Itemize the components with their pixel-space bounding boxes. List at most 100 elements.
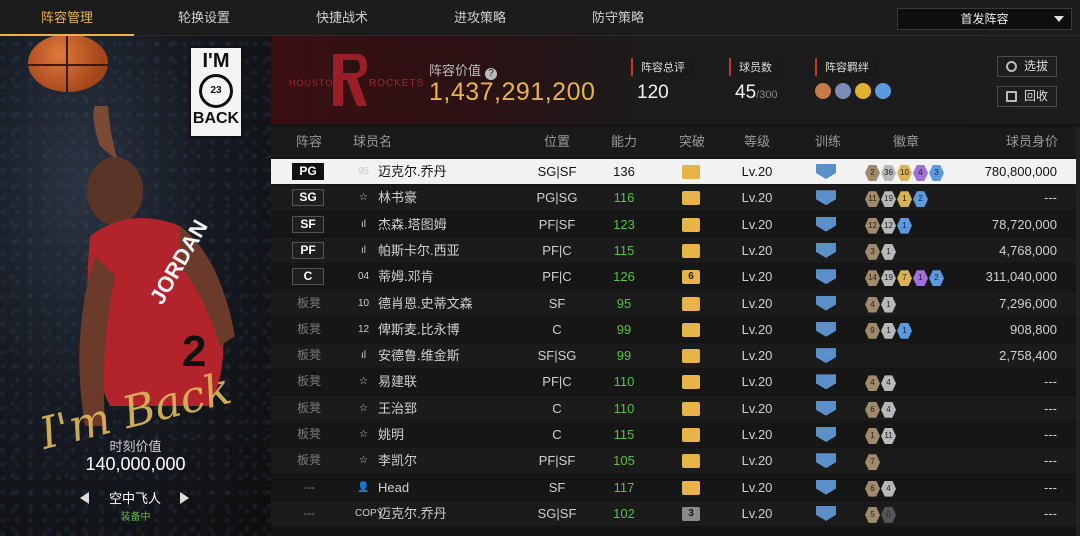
table-row[interactable]: 板凳 ☆ 姚明 C 115 Lv.20 1 11 --- xyxy=(271,422,1076,447)
table-row[interactable]: C 04 蒂姆.邓肯 PF|C 126 6 Lv.20 14 19 7 1 2 311,040,000 xyxy=(271,264,1076,290)
chemistry-icon[interactable] xyxy=(855,83,871,99)
recycle-button[interactable]: 回收 xyxy=(997,86,1057,107)
table-row[interactable]: 板凳 ☆ 王治郅 C 110 Lv.20 6 4 --- xyxy=(271,395,1076,421)
card-type-icon: ıl xyxy=(361,350,366,362)
training-icon[interactable] xyxy=(816,216,836,232)
badge-icon: 6 xyxy=(865,480,880,497)
badge-icon: 12 xyxy=(881,217,896,234)
table-row[interactable]: PF ıl 帕斯卡尔.西亚 PF|C 115 Lv.20 3 1 4,768,000 xyxy=(271,237,1076,263)
moment-value-label: 时刻价值 xyxy=(109,439,162,454)
training-icon[interactable] xyxy=(816,164,836,179)
badge-list: 41 xyxy=(865,295,897,313)
player-worth: 78,720,000 xyxy=(991,216,1057,232)
player-name: 安德鲁.维金斯 xyxy=(378,348,460,364)
arrow-left-icon[interactable] xyxy=(80,492,89,504)
tab-quick-tactics[interactable]: 快捷战术 xyxy=(275,0,409,36)
crown-icon xyxy=(682,480,700,495)
slot-badge: SG xyxy=(292,189,324,207)
badge-icon: 4 xyxy=(881,401,896,418)
im-back-logo: I'M 23 BACK xyxy=(189,46,243,138)
lineup-dropdown[interactable]: 首发阵容 xyxy=(897,8,1072,30)
player-level: Lv.20 xyxy=(741,164,773,179)
table-row[interactable]: SG ☆ 林书豪 PG|SG 116 Lv.20 11 19 1 2 --- xyxy=(271,185,1076,211)
chemistry-label: 阵容羁绊 xyxy=(815,58,877,76)
training-icon[interactable] xyxy=(816,269,836,285)
badge-list: 64 xyxy=(865,400,897,418)
training-icon[interactable] xyxy=(816,242,836,258)
badge-icon: 1 xyxy=(897,217,912,234)
player-overall: 99 xyxy=(616,321,632,337)
player-position: PF|C xyxy=(542,269,572,285)
player-worth: --- xyxy=(1044,374,1057,390)
chemistry-icon[interactable] xyxy=(835,83,851,99)
training-icon[interactable] xyxy=(816,453,836,469)
col-overall[interactable]: 能力 xyxy=(593,127,655,157)
tab-lineup-management[interactable]: 阵容管理 xyxy=(0,0,134,36)
badge-icon: 3 xyxy=(865,243,880,260)
player-position: SG|SF xyxy=(537,505,577,521)
table-row[interactable]: 板凳 ☆ 易建联 PF|C 110 Lv.20 4 4 --- xyxy=(271,369,1076,395)
training-icon[interactable] xyxy=(816,321,836,337)
team-name-text: ROCKETS xyxy=(369,78,425,89)
crown-icon: 3 xyxy=(682,506,700,521)
slot-badge: PF xyxy=(292,241,324,259)
badge-icon: 1 xyxy=(913,270,928,287)
training-icon[interactable] xyxy=(816,479,836,495)
tab-defense-strategy[interactable]: 防守策略 xyxy=(551,0,685,36)
recycle-icon xyxy=(1006,91,1017,102)
player-level: Lv.20 xyxy=(741,453,773,469)
pick-button[interactable]: 选拔 xyxy=(997,56,1057,77)
arrow-right-icon[interactable] xyxy=(180,492,189,504)
table-row[interactable]: --- COPY 迈克尔.乔丹 SG|SF 102 3 Lv.20 5 0 --- xyxy=(271,500,1076,526)
col-training[interactable]: 训练 xyxy=(798,127,858,157)
player-level: Lv.20 xyxy=(741,190,773,206)
badge-icon: 7 xyxy=(865,454,880,471)
chemistry-icon[interactable] xyxy=(815,83,831,99)
training-icon[interactable] xyxy=(816,348,836,364)
roster-table-header: 阵容 球员名 位置 能力 突破 等级 训练 徽章 球员身价 xyxy=(271,127,1080,157)
player-worth: --- xyxy=(1044,453,1057,469)
player-worth: --- xyxy=(1044,505,1057,521)
training-icon[interactable] xyxy=(816,427,836,442)
card-type-icon: 04 xyxy=(357,271,370,283)
player-level: Lv.20 xyxy=(741,216,773,232)
player-level: Lv.20 xyxy=(741,242,773,258)
badge-icon: 36 xyxy=(881,165,896,181)
player-position: SG|SF xyxy=(537,164,577,179)
table-row[interactable]: PG 95 迈克尔.乔丹 SG|SF 136 Lv.20 2 36 10 4 3 780,800,00… xyxy=(271,159,1076,184)
badge-icon: 1 xyxy=(881,296,896,313)
training-icon[interactable] xyxy=(816,505,836,521)
col-badges[interactable]: 徽章 xyxy=(876,127,936,157)
col-slot[interactable]: 阵容 xyxy=(281,127,337,157)
col-level[interactable]: 等级 xyxy=(727,127,787,157)
lineup-value-label: 阵容价值? xyxy=(429,60,498,80)
col-position[interactable]: 位置 xyxy=(529,127,585,157)
team-logo: HOUSTON ROCKETS xyxy=(289,50,423,110)
col-breakthrough[interactable]: 突破 xyxy=(661,127,723,157)
badge-list: 1 11 xyxy=(865,426,897,444)
training-icon[interactable] xyxy=(816,295,836,311)
table-row[interactable]: SF ıl 杰森.塔图姆 PF|SF 123 Lv.20 12 12 1 78,720,000 xyxy=(271,211,1076,237)
player-count-max: /300 xyxy=(756,89,778,101)
badge-icon: 1 xyxy=(897,191,912,208)
scrollbar[interactable] xyxy=(1076,127,1080,536)
badge-list: 11 19 1 2 xyxy=(865,189,929,208)
basketball-image xyxy=(28,36,108,92)
player-overall: 126 xyxy=(613,269,635,285)
table-row[interactable]: 板凳 10 德肖恩.史蒂文森 SF 95 Lv.20 4 1 7,296,000 xyxy=(271,290,1076,316)
training-icon[interactable] xyxy=(816,400,836,416)
table-row[interactable]: 板凳 ☆ 李凯尔 PF|SF 105 Lv.20 7 --- xyxy=(271,448,1076,474)
col-worth[interactable]: 球员身价 xyxy=(997,127,1067,157)
player-position: PF|C xyxy=(542,374,572,390)
badge-icon: 4 xyxy=(865,296,880,313)
chemistry-icon[interactable] xyxy=(875,83,891,99)
training-icon[interactable] xyxy=(816,374,836,390)
player-level: Lv.20 xyxy=(741,295,773,311)
tab-rotation-settings[interactable]: 轮换设置 xyxy=(137,0,271,36)
table-row[interactable]: 板凳 ıl 安德鲁.维金斯 SF|SG 99 Lv.20 2,758,400 xyxy=(271,343,1076,369)
tab-offense-strategy[interactable]: 进攻策略 xyxy=(413,0,547,36)
training-icon[interactable] xyxy=(816,190,836,206)
col-name[interactable]: 球员名 xyxy=(353,127,413,157)
table-row[interactable]: 板凳 12 俾斯麦.比永博 C 99 Lv.20 9 1 1 908,800 xyxy=(271,316,1076,342)
table-row[interactable]: --- 👤 Head SF 117 Lv.20 6 4 --- xyxy=(271,474,1076,500)
